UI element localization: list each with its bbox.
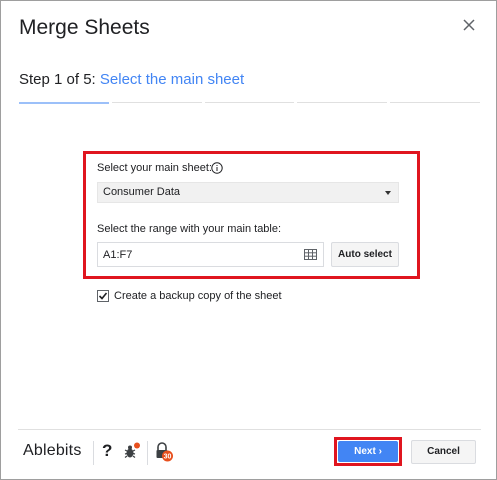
range-input[interactable] <box>97 242 324 267</box>
progress-segment <box>204 102 295 103</box>
main-sheet-label: Select your main sheet: <box>97 162 212 174</box>
chevron-right-icon: › <box>378 446 382 457</box>
divider <box>93 441 94 465</box>
range-label: Select the range with your main table: <box>97 223 282 235</box>
select-range-icon[interactable] <box>304 249 317 260</box>
step-progress <box>19 102 480 104</box>
dialog-title: Merge Sheets <box>19 16 150 39</box>
checkmark-icon <box>98 292 108 300</box>
step-header: Step 1 of 5: Select the main sheet <box>19 71 244 88</box>
progress-segment <box>297 102 388 103</box>
progress-segment <box>390 102 480 103</box>
chevron-down-icon <box>385 191 391 195</box>
step-counter: Step 1 of 5: <box>19 71 96 88</box>
bug-report-icon[interactable] <box>123 442 141 460</box>
close-icon[interactable] <box>461 17 477 33</box>
next-button[interactable]: Next › <box>338 441 398 462</box>
merge-sheets-dialog: Merge Sheets Step 1 of 5: Select the mai… <box>0 0 497 480</box>
footer-divider <box>18 429 481 430</box>
backup-checkbox[interactable] <box>97 290 109 302</box>
badge-count: 30 <box>164 454 172 461</box>
step-title: Select the main sheet <box>99 71 245 88</box>
info-icon[interactable] <box>211 162 223 174</box>
cancel-button[interactable]: Cancel <box>411 440 476 464</box>
main-sheet-dropdown[interactable]: Consumer Data <box>97 182 399 203</box>
backup-label: Create a backup copy of the sheet <box>114 290 282 302</box>
ablebits-logo[interactable]: Ablebits <box>23 442 82 460</box>
divider <box>147 441 148 465</box>
main-sheet-selected: Consumer Data <box>103 186 181 198</box>
next-label: Next <box>354 446 376 457</box>
lock-badge-icon[interactable]: 30 <box>154 442 174 462</box>
progress-segment <box>19 102 109 104</box>
auto-select-button[interactable]: Auto select <box>331 242 399 267</box>
help-icon[interactable]: ? <box>102 441 112 461</box>
progress-segment <box>111 102 202 103</box>
